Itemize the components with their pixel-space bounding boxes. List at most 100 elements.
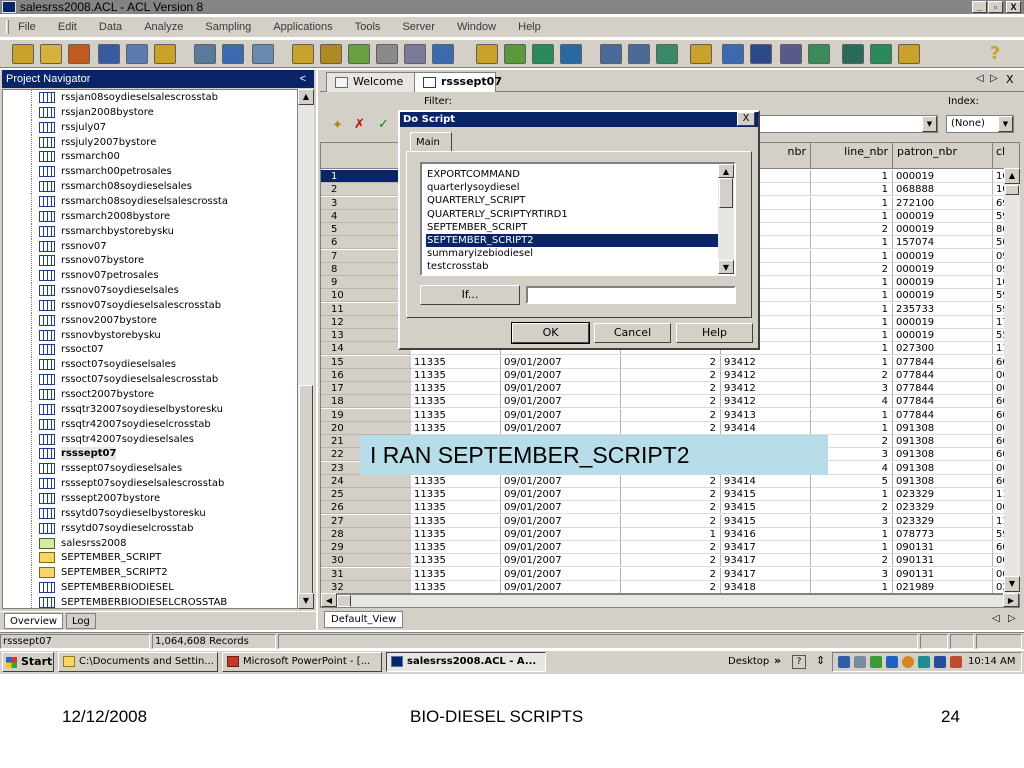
tree-item[interactable]: rssoct07 [3,342,297,358]
table-cell[interactable]: 93413 [721,408,811,422]
table-cell[interactable]: 09/01/2007 [501,355,621,369]
monitor-icon[interactable] [934,656,946,668]
help-icon[interactable]: ? [984,44,1006,64]
table-cell[interactable]: 2 [811,501,893,515]
table-cell[interactable]: 2 [621,501,721,515]
tree-item[interactable]: rssnov07petrosales [3,268,297,284]
table-cell[interactable]: 1 [621,527,721,541]
scroll-right-icon[interactable]: ▶ [1003,593,1019,607]
table-row[interactable]: 28 11335 09/01/2007 1 93416 1 078773 59 [321,527,1019,541]
table-cell[interactable]: 11335 [411,501,501,515]
menu-window[interactable]: Window [457,17,496,37]
tree-item[interactable]: rssnov07soydieselsales [3,283,297,299]
row-number[interactable]: 26 [321,501,411,515]
apply-filter-icon[interactable]: ✦ [332,118,343,133]
table-cell[interactable]: 1 [811,236,893,250]
tree-item[interactable]: rssjuly07 [3,119,297,135]
table-cell[interactable]: 1 [811,249,893,263]
graph-icon[interactable] [404,44,426,64]
next-view-icon[interactable]: ▷ [990,73,998,84]
table-cell[interactable]: 93412 [721,368,811,382]
row-number[interactable]: 16 [321,368,411,382]
table-cell[interactable]: 09/01/2007 [501,501,621,515]
table-cell[interactable]: 09/01/2007 [501,474,621,488]
script-list-item[interactable]: SEPTEMBER_SCRIPT2 [426,234,718,247]
table-cell[interactable]: 93415 [721,501,811,515]
script-list-item[interactable]: SEPTEMBER_SCRIPT [426,221,718,234]
table-cell[interactable]: 1 [811,342,893,356]
table-cell[interactable]: 09/01/2007 [501,580,621,593]
table-cell[interactable]: 11335 [411,580,501,593]
table-cell[interactable]: 078773 [893,527,993,541]
table-cell[interactable]: 93412 [721,395,811,409]
table-cell[interactable]: 11335 [411,567,501,581]
hscroll-thumb[interactable] [337,595,351,607]
table-cell[interactable]: 2 [621,514,721,528]
row-number[interactable]: 18 [321,395,411,409]
table-cell[interactable]: 09/01/2007 [501,382,621,395]
print-icon[interactable] [126,44,148,64]
menu-edit[interactable]: Edit [58,17,77,37]
table-cell[interactable]: 1 [811,355,893,369]
tree-item[interactable]: rssnov07 [3,238,297,254]
table-cell[interactable]: 090131 [893,554,993,568]
table-cell[interactable]: 93418 [721,580,811,593]
table-cell[interactable]: 2 [811,223,893,236]
row-number[interactable]: 29 [321,541,411,554]
table-cell[interactable]: 93417 [721,541,811,554]
row-number[interactable]: 20 [321,421,411,435]
table-cell[interactable]: 93414 [721,474,811,488]
task-powerpoint[interactable]: Microsoft PowerPoint - [... [222,652,382,672]
update-icon[interactable] [870,656,882,668]
table-cell[interactable]: 000019 [893,170,993,183]
table-cell[interactable]: 000019 [893,249,993,263]
table-cell[interactable]: 091308 [893,448,993,462]
check-filter-icon[interactable]: ✓ [378,117,389,132]
table-cell[interactable]: 11335 [411,408,501,422]
table-cell[interactable]: 1 [811,209,893,223]
table-cell[interactable]: 1 [811,302,893,316]
script-list-scrollbar[interactable]: ▲ ▼ [718,164,734,274]
table-cell[interactable]: 09/01/2007 [501,395,621,409]
table-cell[interactable]: 077844 [893,395,993,409]
scroll-down-icon[interactable]: ▼ [298,593,314,609]
script-list-item[interactable]: EXPORTCOMMAND [426,168,718,181]
table-cell[interactable]: 091308 [893,435,993,448]
table-cell[interactable]: 2 [811,554,893,568]
script-list-item[interactable]: quarterlysoydiesel [426,181,718,194]
table-cell[interactable]: 1 [811,421,893,435]
task-acl[interactable]: salesrss2008.ACL - A... [386,652,546,672]
tree-item[interactable]: SEPTEMBER_SCRIPT [3,550,297,566]
table-cell[interactable]: 077844 [893,368,993,382]
tree-item[interactable]: rssqtr42007soydieselsales [3,431,297,447]
table-cell[interactable]: 1 [811,315,893,329]
tree-item[interactable]: rssjan08soydieselsalescrosstab [3,90,297,105]
chevron-down-icon[interactable]: ▼ [998,116,1013,132]
table-row[interactable]: 26 11335 09/01/2007 2 93415 2 023329 00 [321,501,1019,515]
scroll-up-icon[interactable]: ▲ [1004,168,1020,184]
if-button[interactable]: If... [420,285,520,305]
script-list-item[interactable]: testcrosstab [426,260,718,273]
table-cell[interactable]: 1 [811,329,893,342]
menu-server[interactable]: Server [402,17,434,37]
table-cell[interactable]: 11335 [411,488,501,501]
table-row[interactable]: 18 11335 09/01/2007 2 93412 4 077844 60 [321,395,1019,409]
table-cell[interactable]: 091308 [893,421,993,435]
table-row[interactable]: 19 11335 09/01/2007 2 93413 1 077844 60 [321,408,1019,422]
shield-icon[interactable] [854,656,866,668]
table-cell[interactable]: 2 [621,408,721,422]
tree-item[interactable]: rssnov2007bystore [3,312,297,328]
table-cell[interactable]: 93412 [721,382,811,395]
scroll-left-icon[interactable]: ◀ [321,593,337,607]
tree-item[interactable]: rssqtr42007soydieselcrosstab [3,416,297,432]
table-cell[interactable]: 023329 [893,501,993,515]
table-cell[interactable]: 2 [621,395,721,409]
table-row[interactable]: 24 11335 09/01/2007 2 93414 5 091308 60 [321,474,1019,488]
tree-item[interactable]: rssmarch2008bystore [3,208,297,224]
tree-item[interactable]: rssmarch00petrosales [3,164,297,180]
table-row[interactable]: 32 11335 09/01/2007 2 93418 1 021989 02 [321,580,1019,593]
desktop-toolbar-label[interactable]: Desktop [728,652,769,672]
tab-main[interactable]: Main [410,132,452,152]
row-number[interactable]: 28 [321,527,411,541]
tab-rsssept07[interactable]: rsssept07 [414,72,502,92]
